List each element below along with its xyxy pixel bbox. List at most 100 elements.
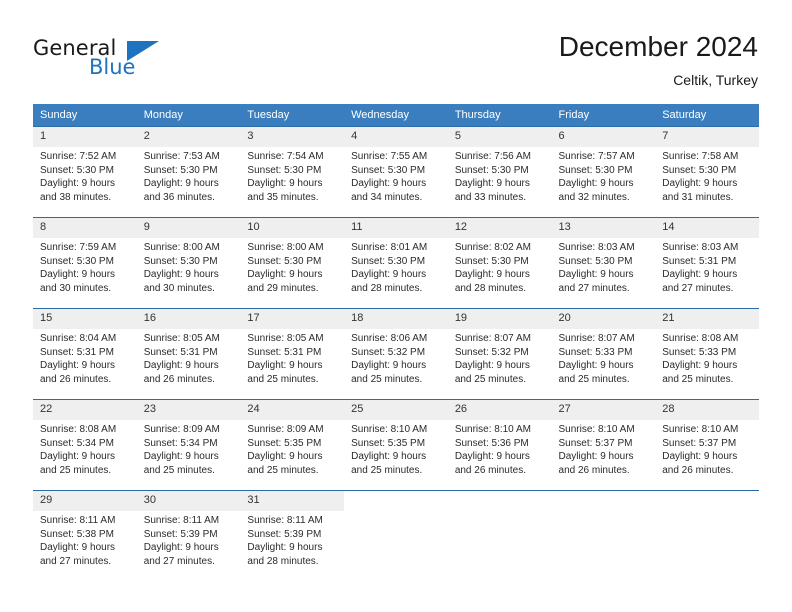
- sunset-time: Sunset: 5:32 PM: [351, 346, 426, 358]
- weekday-header-wednesday: Wednesday: [344, 104, 448, 127]
- day-number: 9: [136, 218, 241, 238]
- sunrise-time: Sunrise: 8:11 AM: [143, 515, 220, 526]
- calendar-day-cell[interactable]: 16 Sunrise: 8:05 AM Sunset: 5:31 PM Dayligh…: [136, 308, 241, 400]
- day-cell-inner: 14 Sunrise: 8:03 AM Sunset: 5:31 PM Dayligh…: [655, 218, 759, 308]
- brand-logo[interactable]: General Blue: [33, 36, 213, 84]
- day-cell-inner: 6 Sunrise: 7:57 AM Sunset: 5:30 PM Daylight…: [551, 127, 656, 217]
- calendar-day-cell[interactable]: 11 Sunrise: 8:01 AM Sunset: 5:30 PM Dayligh…: [344, 217, 448, 309]
- calendar-day-cell[interactable]: 20 Sunrise: 8:07 AM Sunset: 5:33 PM Dayligh…: [551, 308, 656, 400]
- calendar-day-cell[interactable]: 4 Sunrise: 7:55 AM Sunset: 5:30 PM Daylight…: [344, 126, 448, 218]
- sunrise-time: Sunrise: 8:03 AM: [662, 242, 739, 253]
- calendar-day-cell[interactable]: 8 Sunrise: 7:59 AM Sunset: 5:30 PM Daylight…: [33, 217, 137, 309]
- daylight-duration-line2: and 29 minutes.: [247, 282, 319, 294]
- day-cell-inner: 10 Sunrise: 8:00 AM Sunset: 5:30 PM Dayligh…: [240, 218, 345, 308]
- calendar-day-cell[interactable]: 7 Sunrise: 7:58 AM Sunset: 5:30 PM Daylight…: [655, 126, 759, 218]
- daylight-duration-line2: and 27 minutes.: [40, 555, 112, 567]
- calendar-day-cell[interactable]: 21 Sunrise: 8:08 AM Sunset: 5:33 PM Dayligh…: [655, 308, 759, 400]
- daylight-duration-line1: Daylight: 9 hours: [558, 451, 634, 462]
- calendar-day-cell[interactable]: 23 Sunrise: 8:09 AM Sunset: 5:34 PM Dayligh…: [136, 399, 241, 491]
- calendar-day-cell[interactable]: 30 Sunrise: 8:11 AM Sunset: 5:39 PM Dayligh…: [136, 490, 241, 581]
- calendar-day-cell[interactable]: 22 Sunrise: 8:08 AM Sunset: 5:34 PM Dayligh…: [33, 399, 137, 491]
- day-number: 13: [551, 218, 656, 238]
- calendar-body: 1 Sunrise: 7:52 AM Sunset: 5:30 PM Daylight…: [33, 126, 759, 581]
- calendar-day-cell[interactable]: 24 Sunrise: 8:09 AM Sunset: 5:35 PM Dayligh…: [240, 399, 345, 491]
- daylight-duration-line2: and 25 minutes.: [247, 373, 319, 385]
- day-cell-inner: 23 Sunrise: 8:09 AM Sunset: 5:34 PM Dayligh…: [136, 400, 241, 490]
- day-cell-inner: 16 Sunrise: 8:05 AM Sunset: 5:31 PM Dayligh…: [136, 309, 241, 399]
- daylight-duration-line2: and 32 minutes.: [558, 191, 630, 203]
- day-number: 4: [344, 127, 448, 147]
- calendar-day-cell[interactable]: 26 Sunrise: 8:10 AM Sunset: 5:36 PM Dayligh…: [447, 399, 552, 491]
- calendar-day-cell[interactable]: 19 Sunrise: 8:07 AM Sunset: 5:32 PM Dayligh…: [447, 308, 552, 400]
- calendar-day-cell[interactable]: 18 Sunrise: 8:06 AM Sunset: 5:32 PM Dayligh…: [344, 308, 448, 400]
- calendar-day-cell[interactable]: 29 Sunrise: 8:11 AM Sunset: 5:38 PM Dayligh…: [33, 490, 137, 581]
- sunrise-time: Sunrise: 8:01 AM: [351, 242, 428, 253]
- daylight-duration-line1: Daylight: 9 hours: [143, 269, 219, 280]
- day-number: 30: [136, 491, 241, 511]
- daylight-duration-line1: Daylight: 9 hours: [454, 269, 530, 280]
- day-number: 21: [655, 309, 759, 329]
- day-details: Sunrise: 8:02 AM Sunset: 5:30 PM Daylight:…: [448, 238, 552, 295]
- calendar-day-cell[interactable]: 17 Sunrise: 8:05 AM Sunset: 5:31 PM Dayligh…: [240, 308, 345, 400]
- page-header: General Blue December 2024 Celtik, Turke…: [0, 0, 792, 100]
- calendar-day-cell[interactable]: 2 Sunrise: 7:53 AM Sunset: 5:30 PM Daylight…: [136, 126, 241, 218]
- day-cell-inner: 2 Sunrise: 7:53 AM Sunset: 5:30 PM Daylight…: [136, 127, 241, 217]
- calendar-day-cell[interactable]: 10 Sunrise: 8:00 AM Sunset: 5:30 PM Dayligh…: [240, 217, 345, 309]
- sunrise-time: Sunrise: 8:05 AM: [143, 333, 220, 344]
- daylight-duration-line2: and 26 minutes.: [143, 373, 215, 385]
- calendar-day-cell[interactable]: 25 Sunrise: 8:10 AM Sunset: 5:35 PM Dayligh…: [344, 399, 448, 491]
- daylight-duration-line2: and 27 minutes.: [143, 555, 215, 567]
- sunrise-time: Sunrise: 8:07 AM: [558, 333, 635, 344]
- calendar-header-row: Sunday Monday Tuesday Wednesday Thursday…: [33, 104, 759, 127]
- calendar-day-cell-empty: [551, 490, 656, 581]
- calendar-day-cell[interactable]: 31 Sunrise: 8:11 AM Sunset: 5:39 PM Dayligh…: [240, 490, 345, 581]
- sunset-time: Sunset: 5:39 PM: [143, 528, 218, 540]
- day-cell-inner: 29 Sunrise: 8:11 AM Sunset: 5:38 PM Dayligh…: [33, 491, 137, 581]
- day-number: 10: [240, 218, 345, 238]
- calendar-day-cell[interactable]: 28 Sunrise: 8:10 AM Sunset: 5:37 PM Dayligh…: [655, 399, 759, 491]
- day-details: Sunrise: 8:00 AM Sunset: 5:30 PM Daylight:…: [240, 238, 344, 295]
- daylight-duration-line1: Daylight: 9 hours: [40, 269, 116, 280]
- daylight-duration-line2: and 26 minutes.: [40, 373, 112, 385]
- sunset-time: Sunset: 5:30 PM: [143, 164, 218, 176]
- daylight-duration-line1: Daylight: 9 hours: [40, 542, 116, 553]
- daylight-duration-line1: Daylight: 9 hours: [454, 360, 530, 371]
- sunset-time: Sunset: 5:31 PM: [143, 346, 218, 358]
- page-subtitle: Celtik, Turkey: [673, 72, 758, 88]
- calendar-day-cell[interactable]: 15 Sunrise: 8:04 AM Sunset: 5:31 PM Dayligh…: [33, 308, 137, 400]
- calendar-day-cell[interactable]: 6 Sunrise: 7:57 AM Sunset: 5:30 PM Daylight…: [551, 126, 656, 218]
- calendar-day-cell[interactable]: 13 Sunrise: 8:03 AM Sunset: 5:30 PM Dayligh…: [551, 217, 656, 309]
- daylight-duration-line1: Daylight: 9 hours: [143, 451, 219, 462]
- calendar-page: General Blue December 2024 Celtik, Turke…: [0, 0, 792, 612]
- daylight-duration-line2: and 26 minutes.: [558, 464, 630, 476]
- sunrise-time: Sunrise: 8:03 AM: [558, 242, 635, 253]
- sunset-time: Sunset: 5:38 PM: [40, 528, 114, 540]
- daylight-duration-line1: Daylight: 9 hours: [143, 360, 219, 371]
- calendar-day-cell[interactable]: 5 Sunrise: 7:56 AM Sunset: 5:30 PM Daylight…: [447, 126, 552, 218]
- calendar-day-cell[interactable]: 1 Sunrise: 7:52 AM Sunset: 5:30 PM Daylight…: [33, 126, 137, 218]
- sunrise-time: Sunrise: 8:04 AM: [40, 333, 117, 344]
- day-details: Sunrise: 8:08 AM Sunset: 5:33 PM Daylight:…: [655, 329, 759, 386]
- day-number: 17: [240, 309, 345, 329]
- calendar-day-cell[interactable]: 9 Sunrise: 8:00 AM Sunset: 5:30 PM Daylight…: [136, 217, 241, 309]
- sunrise-time: Sunrise: 8:10 AM: [662, 424, 739, 435]
- sunrise-time: Sunrise: 8:02 AM: [454, 242, 531, 253]
- day-cell-inner: 8 Sunrise: 7:59 AM Sunset: 5:30 PM Daylight…: [33, 218, 137, 308]
- day-details: Sunrise: 8:11 AM Sunset: 5:39 PM Daylight:…: [240, 511, 344, 568]
- sunset-time: Sunset: 5:35 PM: [351, 437, 426, 449]
- calendar-week-row: 29 Sunrise: 8:11 AM Sunset: 5:38 PM Dayligh…: [33, 490, 759, 581]
- day-details: Sunrise: 8:09 AM Sunset: 5:35 PM Daylight:…: [240, 420, 344, 477]
- calendar-day-cell[interactable]: 14 Sunrise: 8:03 AM Sunset: 5:31 PM Dayligh…: [655, 217, 759, 309]
- sunset-time: Sunset: 5:30 PM: [247, 255, 322, 267]
- day-number: 3: [240, 127, 345, 147]
- day-cell-inner: 19 Sunrise: 8:07 AM Sunset: 5:32 PM Dayligh…: [447, 309, 552, 399]
- calendar-day-cell[interactable]: 27 Sunrise: 8:10 AM Sunset: 5:37 PM Dayligh…: [551, 399, 656, 491]
- sunset-time: Sunset: 5:35 PM: [247, 437, 322, 449]
- day-number: 27: [551, 400, 656, 420]
- daylight-duration-line2: and 26 minutes.: [662, 464, 734, 476]
- day-number: 6: [551, 127, 656, 147]
- daylight-duration-line2: and 36 minutes.: [143, 191, 215, 203]
- day-cell-inner: 17 Sunrise: 8:05 AM Sunset: 5:31 PM Dayligh…: [240, 309, 345, 399]
- calendar-day-cell[interactable]: 12 Sunrise: 8:02 AM Sunset: 5:30 PM Dayligh…: [447, 217, 552, 309]
- calendar-day-cell[interactable]: 3 Sunrise: 7:54 AM Sunset: 5:30 PM Daylight…: [240, 126, 345, 218]
